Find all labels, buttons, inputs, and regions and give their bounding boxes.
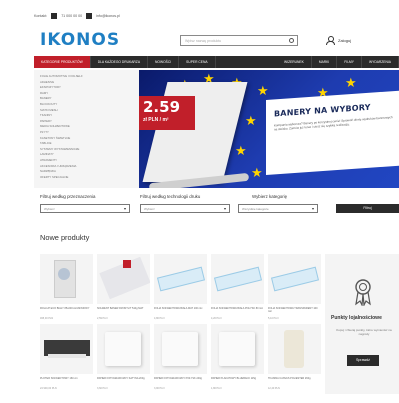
product-thumbnail[interactable] [268,254,321,304]
loyalty-panel: Punkty lojalnościowe Kupuj i zbieraj pun… [325,254,399,394]
contact-label: Kontakt: [34,14,48,18]
nav-item-image[interactable]: WIZERUNEK [277,56,312,68]
award-icon [355,279,371,306]
category-sidebar: FOLIE AUTOMOTIVE I FIOLSELF ADHESIVE EKS… [34,70,139,188]
product-card[interactable]: PAPIER PLAKATOWY BLUEBACK 115g 1,80 PLN [211,324,264,390]
filter-use-label: Filtruj według przeznaczenia [40,194,96,199]
product-name[interactable]: FOLIA SOLWENTOWA BIAŁA POŁYSK 80 mic [211,307,264,316]
product-price: 2,59 PLN [97,317,108,320]
filter-category-value: Wszystkie kategorie [242,207,269,211]
star-icon: ★ [257,83,269,98]
product-price: 3,60 PLN [97,387,108,390]
product-thumbnail[interactable] [40,324,93,374]
product-name[interactable]: FOLIA SOLWENTOWA BIAŁA MAT 100 mic [154,307,207,316]
product-card[interactable]: ROLLUP ECO BIAŁY 85x200 ALUMINIOWY 495,0… [40,254,93,320]
nav-item-brands[interactable]: MARKI [312,56,338,68]
price-value: 2.59 [143,98,181,116]
product-name[interactable]: PAPIER FOTOGRAFICZNY SATYNA 200g [97,377,150,386]
product-thumbnail[interactable] [211,324,264,374]
sidebar-category[interactable]: OFERTY SPECJALNE [40,175,139,181]
mail-icon [86,13,93,19]
product-name[interactable]: PLOTER SOLWENTOWY 160 cm [40,377,93,386]
filter-category-label: Wybierz kategorię [252,194,288,199]
product-price: 4,20 PLN [211,317,222,320]
new-products-heading: Nowe produkty [40,233,90,242]
filter-category-select[interactable]: Wszystkie kategorie ▾ [238,204,318,213]
product-name[interactable]: PAPIER FOTOGRAFICZNY POŁYSK 240g [154,377,207,386]
search-icon[interactable] [289,38,294,43]
product-card[interactable]: FOLIA SOLWENTOWA BIAŁA POŁYSK 80 mic 4,2… [211,254,264,320]
hero-banner[interactable]: ★ ★ ★ ★ ★ ★ ★ ★ ★ ★ ★ 2.59 zł PLN / m² B… [139,70,399,188]
login-label: Zaloguj [338,37,352,43]
product-thumbnail[interactable] [97,324,150,374]
product-thumbnail[interactable] [154,254,207,304]
product-card[interactable]: PAPIER FOTOGRAFICZNY SATYNA 200g 3,60 PL… [97,324,150,390]
product-card[interactable]: FOLIA SOLWENTOWA BIAŁA MAT 100 mic 4,80 … [154,254,207,320]
chevron-down-icon: ▾ [223,206,226,211]
filter-tech-value: Wybierz [144,207,155,211]
chevron-down-icon: ▾ [123,206,126,211]
product-card[interactable]: SOLWENT BANER FRONTLIT 510g MAT 2,59 PLN [97,254,150,320]
price-badge: 2.59 zł PLN / m² [139,96,195,130]
filter-tech-select[interactable]: Wybierz ▾ [140,204,230,213]
loyalty-text: Kupuj i zbieraj punkty, które wymienisz … [336,328,392,337]
star-icon: ★ [235,143,247,158]
product-price: 24 900,00 PLN [40,387,57,390]
nav-item-categories[interactable]: KATEGORIE PRODUKTÓW [34,56,91,68]
product-name[interactable]: TKANINA CANVAS POLIESTER 260g [268,377,321,386]
user-icon [326,36,335,45]
banner-text: Kampania wyborcza? Banery po korzystnej … [274,115,393,132]
product-card[interactable]: PLOTER SOLWENTOWY 160 cm 24 900,00 PLN [40,324,93,390]
search-input[interactable]: Wpisz nazwę produktu [180,35,298,46]
chevron-down-icon: ▾ [311,206,314,211]
star-icon: ★ [245,113,257,128]
product-name[interactable]: ROLLUP ECO BIAŁY 85x200 ALUMINIOWY [40,307,93,316]
nav-item-super-price[interactable]: SUPER CENA [179,56,216,68]
product-price: 5,10 PLN [268,317,279,320]
price-unit: zł PLN / m² [143,117,169,123]
product-card[interactable]: PAPIER FOTOGRAFICZNY POŁYSK 240g 3,90 PL… [154,324,207,390]
nav-item-events[interactable]: WYDARZENIA [362,56,399,68]
product-card[interactable]: FOLIA SOLWENTOWA TRANSPARENT 100 mic 5,1… [268,254,321,320]
email-link[interactable]: info@ikonos.pl [96,14,120,18]
banner-text-panel: BANERY NA WYBORY Kampania wyborcza? Bane… [266,90,399,175]
filter-tech-label: Filtruj według technologii druku [140,194,201,199]
nav-item-films[interactable]: FILMY [337,56,363,68]
product-name[interactable]: FOLIA SOLWENTOWA TRANSPARENT 100 mic [268,307,321,316]
product-thumbnail[interactable] [211,254,264,304]
product-name[interactable]: PAPIER PLAKATOWY BLUEBACK 115g [211,377,264,386]
main-navigation: KATEGORIE PRODUKTÓW DLA KAŻDEGO DRUKARZA… [34,56,399,68]
product-price: 1,80 PLN [211,387,222,390]
nav-item-printers[interactable]: DLA KAŻDEGO DRUKARZA [91,56,149,68]
filter-use-value: Wybierz [44,207,55,211]
product-filters: Filtruj według przeznaczenia Wybierz ▾ F… [34,192,399,216]
loyalty-button[interactable]: Sprawdź [347,355,379,366]
filter-use-select[interactable]: Wybierz ▾ [40,204,130,213]
product-thumbnail[interactable] [268,324,321,374]
product-price: 3,90 PLN [154,387,165,390]
site-logo[interactable]: IKONOS [40,30,120,50]
product-price: 12,40 PLN [268,387,280,390]
product-thumbnail[interactable] [97,254,150,304]
product-price: 495,00 PLN [40,317,54,320]
search-placeholder: Wpisz nazwę produktu [185,39,222,43]
star-icon: ★ [345,75,357,90]
product-name[interactable]: SOLWENT BANER FRONTLIT 510g MAT [97,307,150,316]
nav-item-new[interactable]: NOWOŚCI [148,56,180,68]
product-card[interactable]: TKANINA CANVAS POLIESTER 260g 12,40 PLN [268,324,321,390]
phone-icon [51,13,58,19]
loyalty-title: Punkty lojalnościowe [331,315,382,321]
filter-submit-button[interactable]: Filtruj [336,204,399,213]
phone-number[interactable]: 71 000 00 00 [61,14,82,18]
product-thumbnail[interactable] [154,324,207,374]
top-bar: Kontakt: 71 000 00 00 info@ikonos.pl [34,10,399,22]
login-link[interactable]: Zaloguj [326,36,352,45]
product-price: 4,80 PLN [154,317,165,320]
product-thumbnail[interactable] [40,254,93,304]
star-icon: ★ [251,165,263,180]
